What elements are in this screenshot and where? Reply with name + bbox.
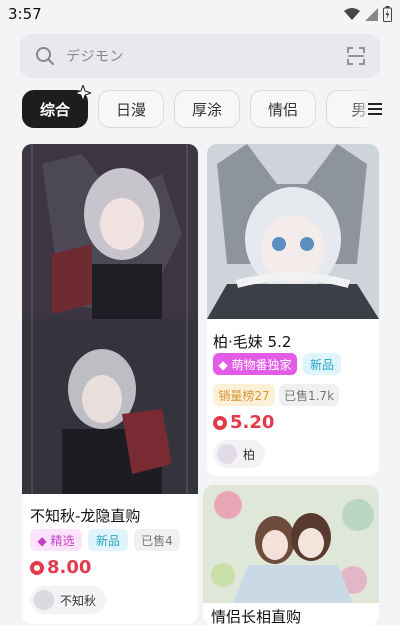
author-chip[interactable]: 柏 (213, 440, 266, 468)
search-bar[interactable]: デジモン (20, 34, 380, 78)
tag-ranking: 销量榜27 (213, 384, 275, 406)
tab-houtu[interactable]: 厚涂 (174, 90, 240, 128)
tag-featured: ◆ 精选 (30, 529, 82, 551)
status-icons (344, 6, 392, 22)
author-name: 不知秋 (60, 593, 97, 608)
tab-zonghe[interactable]: 综合 (22, 85, 91, 128)
card-title: 不知秋-龙隐直购 (30, 507, 141, 525)
search-input[interactable]: デジモン (66, 46, 124, 66)
card-title: 柏·毛妹 5.2 (213, 333, 292, 351)
scan-icon[interactable] (346, 46, 366, 66)
product-card[interactable]: 柏·毛妹 5.2 ◆ 萌物番独家 新品 销量榜27 已售1.7k 5.20 柏 (207, 144, 379, 476)
artwork-image[interactable] (207, 144, 379, 319)
artwork-image[interactable] (203, 485, 379, 603)
tab-label: 情侣 (267, 100, 298, 119)
search-icon (36, 47, 54, 65)
tab-label: 综合 (39, 100, 70, 119)
tab-rimanga[interactable]: 日漫 (98, 90, 164, 128)
author-chip[interactable]: 不知秋 (30, 586, 107, 614)
wifi-icon (344, 7, 360, 20)
card-title: 情侣长相直购 (211, 608, 302, 625)
battery-icon (383, 6, 392, 22)
coin-icon (213, 415, 227, 430)
avatar (217, 444, 237, 464)
price-value: 5.20 (230, 412, 275, 433)
tab-qinglv[interactable]: 情侣 (250, 90, 316, 128)
coin-icon (30, 560, 44, 575)
tag-new: 新品 (303, 353, 341, 375)
price: 8.00 (30, 557, 91, 578)
price: 5.20 (213, 412, 274, 433)
signal-icon (365, 7, 378, 21)
tab-label: 厚涂 (191, 100, 222, 119)
tag-sold: 已售1.7k (279, 384, 339, 406)
artwork-image[interactable] (22, 144, 198, 494)
menu-icon[interactable] (366, 100, 384, 118)
tag-new: 新品 (88, 529, 128, 551)
product-card[interactable]: 不知秋-龙隐直购 ◆ 精选 新品 已售4 8.00 不知秋 (22, 144, 198, 624)
status-time: 3:57 (8, 5, 42, 23)
author-name: 柏 (243, 447, 256, 462)
tag-sold: 已售4 (134, 529, 180, 551)
sparkle-icon (75, 85, 91, 101)
category-tabs: 综合 日漫 厚涂 情侣 男 (22, 85, 400, 130)
tab-label: 日漫 (115, 100, 146, 119)
price-value: 8.00 (47, 557, 92, 578)
status-bar: 3:57 (0, 0, 400, 30)
avatar (34, 590, 54, 610)
product-card[interactable]: 情侣长相直购 (203, 485, 379, 625)
tag-exclusive: ◆ 萌物番独家 (213, 353, 297, 375)
